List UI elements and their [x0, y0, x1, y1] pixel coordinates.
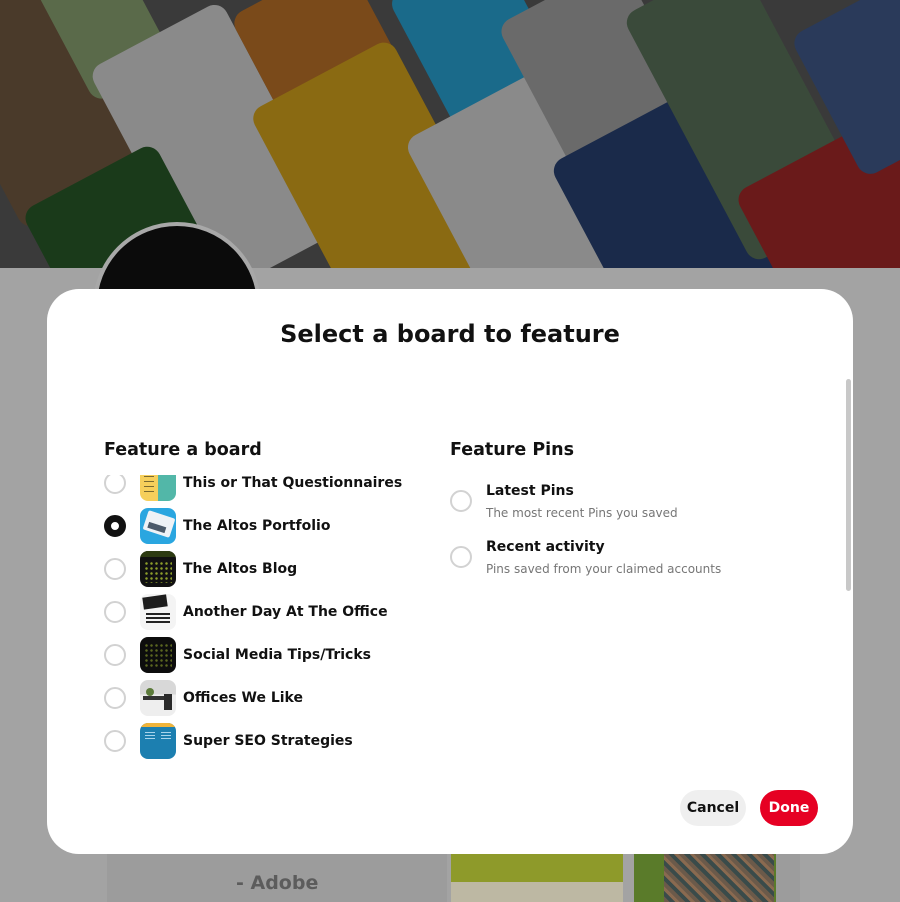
board-option[interactable]: Another Day At The Office [104, 592, 424, 632]
pin-option-subtitle: The most recent Pins you saved [486, 506, 678, 520]
board-thumbnail [140, 508, 176, 544]
feature-board-modal: Select a board to feature Feature a boar… [47, 289, 853, 854]
board-label: The Altos Blog [183, 561, 298, 577]
background-pin-caption: - Adobe [236, 872, 319, 894]
board-radio[interactable] [104, 601, 126, 623]
pin-option-title: Recent activity [486, 539, 605, 555]
modal-title: Select a board to feature [280, 320, 620, 348]
board-option[interactable]: Super SEO Strategies [104, 721, 424, 761]
board-thumbnail [140, 594, 176, 630]
board-radio[interactable] [104, 475, 126, 494]
board-label: Offices We Like [183, 690, 303, 706]
board-label: Another Day At The Office [183, 604, 388, 620]
board-radio[interactable] [104, 644, 126, 666]
board-thumbnail [140, 475, 176, 501]
feature-board-heading: Feature a board [104, 440, 262, 460]
board-label: This or That Questionnaires [183, 475, 403, 491]
board-thumbnail [140, 680, 176, 716]
board-option[interactable]: This or That Questionnaires [104, 475, 424, 503]
board-option[interactable]: The Altos Portfolio [104, 506, 424, 546]
board-option[interactable]: Social Media Tips/Tricks [104, 635, 424, 675]
pin-option-subtitle: Pins saved from your claimed accounts [486, 562, 722, 576]
pin-radio[interactable] [450, 490, 472, 512]
done-button[interactable]: Done [760, 790, 818, 826]
pin-option-recent-activity[interactable]: Recent activity Pins saved from your cla… [450, 529, 810, 579]
board-thumbnail [140, 637, 176, 673]
feature-pins-heading: Feature Pins [450, 440, 575, 460]
board-label: Super SEO Strategies [183, 733, 353, 749]
board-radio-selected[interactable] [104, 515, 126, 537]
pin-option-title: Latest Pins [486, 483, 574, 499]
pin-option-latest[interactable]: Latest Pins The most recent Pins you sav… [450, 473, 810, 523]
board-list: This or That Questionnaires The Altos Po… [104, 475, 424, 764]
board-radio[interactable] [104, 558, 126, 580]
pin-radio[interactable] [450, 546, 472, 568]
board-option[interactable]: Offices We Like [104, 678, 424, 718]
board-radio[interactable] [104, 730, 126, 752]
cancel-button[interactable]: Cancel [680, 790, 746, 826]
board-label: The Altos Portfolio [183, 518, 331, 534]
board-thumbnail [140, 551, 176, 587]
board-label: Social Media Tips/Tricks [183, 647, 371, 663]
board-thumbnail [140, 723, 176, 759]
modal-scrollbar[interactable] [846, 379, 851, 591]
board-option[interactable]: The Altos Blog [104, 549, 424, 589]
profile-cover-image [0, 0, 900, 268]
board-radio[interactable] [104, 687, 126, 709]
